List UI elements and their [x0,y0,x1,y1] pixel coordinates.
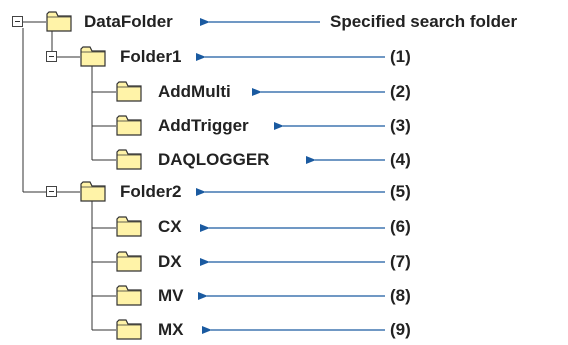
mx-annotation: (9) [390,320,411,339]
cx-folder-icon [116,215,142,237]
folder2-icon [80,180,106,202]
root-folder-icon [46,10,72,32]
cx-label: CX [158,217,182,236]
folder2-annotation: (5) [390,182,411,201]
mx-folder-icon [116,318,142,340]
addtrigger-folder-icon [116,114,142,136]
mv-annotation: (8) [390,286,411,305]
daqlogger-label: DAQLOGGER [158,150,270,169]
addmulti-annotation: (2) [390,82,411,101]
root-annotation: Specified search folder [330,12,518,31]
root-collapse-toggle[interactable] [12,16,23,27]
cx-annotation: (6) [390,217,411,236]
addmulti-label: AddMulti [158,82,231,101]
addtrigger-annotation: (3) [390,116,411,135]
folder1-collapse-toggle[interactable] [46,51,57,62]
daqlogger-annotation: (4) [390,150,411,169]
folder1-label: Folder1 [120,47,182,66]
folder1-icon [80,45,106,67]
daqlogger-folder-icon [116,148,142,170]
folder1-annotation: (1) [390,47,411,66]
addtrigger-label: AddTrigger [158,116,249,135]
folder2-label: Folder2 [120,182,182,201]
folder2-collapse-toggle[interactable] [46,186,57,197]
mx-label: MX [158,320,184,339]
folder-tree-diagram: DataFolder Specified search folder Folde… [0,0,568,343]
dx-annotation: (7) [390,252,411,271]
dx-folder-icon [116,250,142,272]
mv-label: MV [158,286,184,305]
root-folder-label: DataFolder [84,12,173,31]
addmulti-folder-icon [116,80,142,102]
dx-label: DX [158,252,182,271]
mv-folder-icon [116,284,142,306]
